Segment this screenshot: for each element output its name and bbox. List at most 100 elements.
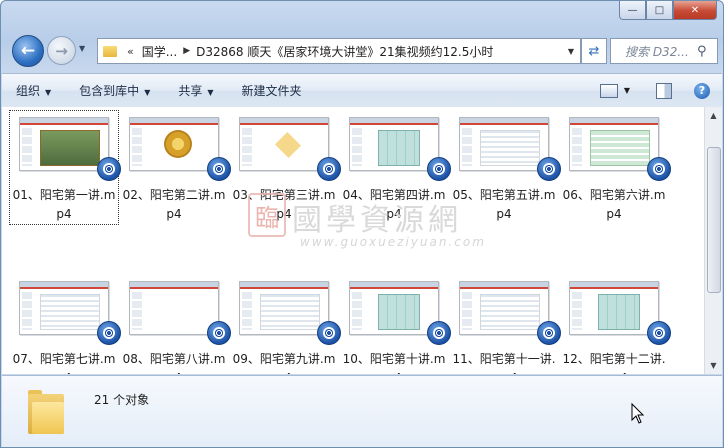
- video-thumbnail[interactable]: [19, 117, 121, 181]
- file-name[interactable]: 04、阳宅第四讲.mp4: [340, 186, 448, 224]
- slide-preview: [569, 117, 659, 171]
- search-icon[interactable]: ⚲: [697, 44, 707, 59]
- vertical-scrollbar[interactable]: ▲ ▼: [704, 107, 722, 374]
- breadcrumb-current[interactable]: D32868 顺天《居家环境大讲堂》21集视频约12.5小时: [196, 43, 493, 60]
- file-name[interactable]: 08、阳宅第八讲.mp4: [120, 350, 228, 374]
- video-thumbnail[interactable]: [19, 281, 121, 345]
- video-file-icon: [427, 321, 451, 345]
- file-list[interactable]: 01、阳宅第一讲.mp4 02、阳宅第二讲.mp4 03、阳宅第三讲.mp4 04、阳…: [2, 107, 704, 374]
- file-name[interactable]: 05、阳宅第五讲.mp4: [450, 186, 558, 224]
- new-folder-button[interactable]: 新建文件夹: [228, 82, 316, 99]
- file-name[interactable]: 01、阳宅第一讲.mp4: [10, 186, 118, 224]
- item-count: 21 个对象: [94, 393, 150, 407]
- include-in-library-label: 包含到库中: [79, 84, 140, 98]
- video-file-icon: [317, 157, 341, 181]
- folder-icon: [103, 45, 117, 57]
- file-item[interactable]: 04、阳宅第四讲.mp4: [340, 111, 451, 224]
- slide-preview: [239, 117, 329, 171]
- file-item[interactable]: 01、阳宅第一讲.mp4: [9, 110, 121, 225]
- file-name[interactable]: 07、阳宅第七讲.mp4: [10, 350, 118, 374]
- file-item[interactable]: 07、阳宅第七讲.mp4: [10, 275, 121, 374]
- chevron-down-icon: ▼: [144, 88, 151, 97]
- forward-arrow-icon: →: [55, 41, 68, 60]
- breadcrumb-separator-icon[interactable]: ▶: [183, 46, 190, 56]
- file-name[interactable]: 06、阳宅第六讲.mp4: [560, 186, 668, 224]
- file-item[interactable]: 03、阳宅第三讲.mp4: [230, 111, 341, 224]
- organize-label: 组织: [16, 84, 41, 98]
- file-name[interactable]: 11、阳宅第十一讲.mp4: [450, 350, 558, 374]
- back-button[interactable]: ←: [12, 35, 44, 67]
- video-thumbnail[interactable]: [349, 281, 451, 345]
- preview-pane-icon[interactable]: [656, 82, 672, 99]
- video-thumbnail[interactable]: [349, 117, 451, 181]
- file-item[interactable]: 06、阳宅第六讲.mp4: [560, 111, 671, 224]
- refresh-icon: ⇄: [588, 43, 600, 59]
- file-item[interactable]: 08、阳宅第八讲.mp4: [120, 275, 231, 374]
- refresh-button[interactable]: ⇄: [581, 38, 607, 64]
- video-thumbnail[interactable]: [569, 281, 671, 345]
- video-file-icon: [97, 157, 121, 181]
- change-view-icon[interactable]: [599, 83, 618, 98]
- slide-preview: [19, 117, 109, 171]
- file-name[interactable]: 10、阳宅第十讲.mp4: [340, 350, 448, 374]
- slide-preview: [239, 281, 329, 335]
- slide-preview: [569, 281, 659, 335]
- address-bar[interactable]: « 国学... ▶ D32868 顺天《居家环境大讲堂》21集视频约12.5小时…: [97, 38, 581, 64]
- maximize-button[interactable]: □: [646, 1, 673, 20]
- file-item[interactable]: 05、阳宅第五讲.mp4: [450, 111, 561, 224]
- back-arrow-icon: ←: [20, 41, 36, 61]
- video-thumbnail[interactable]: [129, 117, 231, 181]
- video-file-icon: [537, 321, 561, 345]
- address-overflow-chevron[interactable]: «: [127, 45, 134, 58]
- slide-preview: [19, 281, 109, 335]
- scrollbar-thumb[interactable]: [707, 147, 721, 293]
- view-options-dropdown-icon[interactable]: ▼: [624, 86, 630, 95]
- video-file-icon: [97, 321, 121, 345]
- file-item[interactable]: 10、阳宅第十讲.mp4: [340, 275, 451, 374]
- slide-preview: [349, 281, 439, 335]
- breadcrumb-parent[interactable]: 国学...: [142, 43, 177, 60]
- file-item[interactable]: 11、阳宅第十一讲.mp4: [450, 275, 561, 374]
- recent-pages-dropdown[interactable]: ▼: [79, 44, 89, 53]
- video-file-icon: [427, 157, 451, 181]
- video-thumbnail[interactable]: [569, 117, 671, 181]
- scroll-down-icon[interactable]: ▼: [705, 357, 722, 374]
- file-item[interactable]: 09、阳宅第九讲.mp4: [230, 275, 341, 374]
- video-thumbnail[interactable]: [459, 281, 561, 345]
- share-button[interactable]: 共享 ▼: [164, 82, 227, 99]
- video-thumbnail[interactable]: [459, 117, 561, 181]
- organize-button[interactable]: 组织 ▼: [2, 82, 65, 99]
- view-controls: ▼ ?: [599, 82, 722, 99]
- help-icon[interactable]: ?: [694, 82, 710, 99]
- share-label: 共享: [178, 84, 203, 98]
- video-file-icon: [647, 321, 671, 345]
- slide-preview: [459, 117, 549, 171]
- video-file-icon: [537, 157, 561, 181]
- file-item[interactable]: 12、阳宅第十二讲.mp4: [560, 275, 671, 374]
- file-name[interactable]: 09、阳宅第九讲.mp4: [230, 350, 338, 374]
- address-dropdown-icon[interactable]: ▼: [568, 47, 574, 56]
- forward-button[interactable]: →: [47, 36, 76, 65]
- file-name[interactable]: 02、阳宅第二讲.mp4: [120, 186, 228, 224]
- navigation-bar: ← → ▼ « 国学... ▶ D32868 顺天《居家环境大讲堂》21集视频约…: [1, 34, 723, 67]
- explorer-window: — □ ✕ ← → ▼ « 国学... ▶ D32868 顺天《居家环境大讲堂》…: [0, 0, 724, 448]
- scroll-up-icon[interactable]: ▲: [705, 107, 722, 124]
- slide-preview: [129, 281, 219, 335]
- watermark-url: www.guoxueziyuan.com: [300, 235, 486, 249]
- file-name[interactable]: 03、阳宅第三讲.mp4: [230, 186, 338, 224]
- folder-icon: [28, 390, 64, 434]
- chevron-down-icon: ▼: [207, 88, 214, 97]
- minimize-button[interactable]: —: [619, 1, 646, 20]
- search-box[interactable]: 搜索 D32... ⚲: [610, 38, 718, 64]
- file-name[interactable]: 12、阳宅第十二讲.mp4: [560, 350, 668, 374]
- chevron-down-icon: ▼: [45, 88, 52, 97]
- search-placeholder[interactable]: 搜索 D32...: [625, 43, 695, 60]
- video-thumbnail[interactable]: [129, 281, 231, 345]
- video-thumbnail[interactable]: [239, 117, 341, 181]
- video-thumbnail[interactable]: [239, 281, 341, 345]
- slide-preview: [459, 281, 549, 335]
- close-button[interactable]: ✕: [673, 1, 717, 20]
- details-pane: 21 个对象: [2, 375, 722, 447]
- file-item[interactable]: 02、阳宅第二讲.mp4: [120, 111, 231, 224]
- include-in-library-button[interactable]: 包含到库中 ▼: [65, 82, 164, 99]
